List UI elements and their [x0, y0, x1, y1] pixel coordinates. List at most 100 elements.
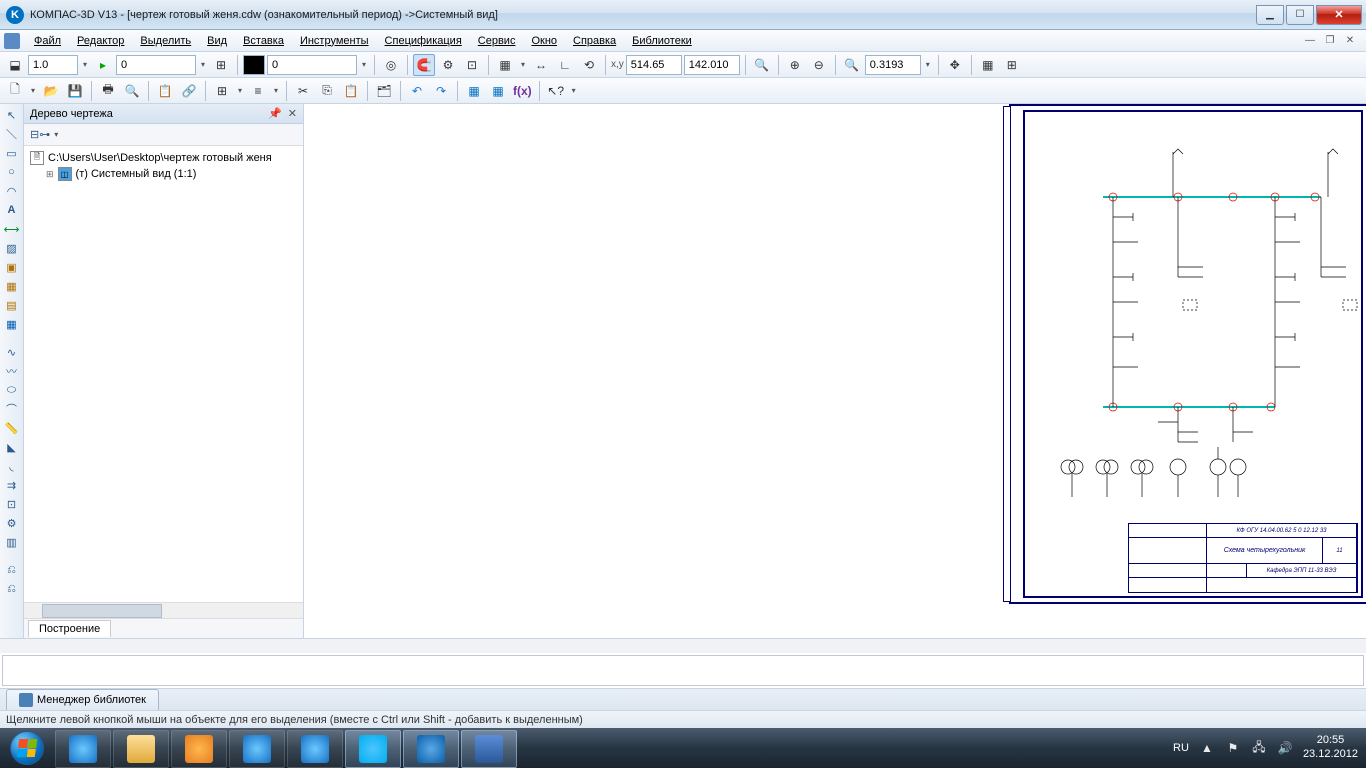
command-input[interactable] — [2, 655, 1364, 686]
zoom-fit-button[interactable]: 🔍 — [841, 54, 863, 76]
menu-service[interactable]: Сервис — [470, 33, 524, 49]
refresh-button-a[interactable]: ▦ — [977, 54, 999, 76]
color-swatch[interactable] — [243, 55, 265, 75]
layer-input[interactable] — [116, 55, 196, 75]
tool-symbol[interactable]: ▣ — [2, 258, 22, 276]
tree-close-button[interactable]: ✕ — [288, 107, 297, 120]
tool-spline[interactable]: 〰 — [2, 362, 22, 380]
scale-dropdown[interactable]: ▾ — [80, 60, 90, 69]
close-button[interactable] — [1316, 5, 1362, 25]
tool-curve[interactable]: ∿ — [2, 343, 22, 361]
redo-button[interactable]: ↷ — [430, 80, 452, 102]
task-kompas[interactable] — [403, 730, 459, 768]
menu-file[interactable]: Файл — [26, 33, 69, 49]
drawing-canvas[interactable]: КФ ОГУ 14.04.00.62 5 0 12.12 33 Схема че… — [304, 104, 1366, 638]
doc-restore-button[interactable]: ❐ — [1322, 34, 1338, 48]
link-button[interactable]: 🔗 — [178, 80, 200, 102]
menu-window[interactable]: Окно — [523, 33, 565, 49]
task-skype[interactable] — [345, 730, 401, 768]
tray-clock[interactable]: 20:55 23.12.2012 — [1303, 734, 1358, 762]
tool-fill[interactable]: ▤ — [2, 296, 22, 314]
grid-dropdown[interactable]: ▾ — [518, 60, 528, 69]
task-wmp[interactable] — [171, 730, 227, 768]
doc-props-button[interactable]: 📋 — [154, 80, 176, 102]
zoom-input[interactable] — [865, 55, 921, 75]
style-input[interactable] — [267, 55, 357, 75]
undo-button[interactable]: ↶ — [406, 80, 428, 102]
menu-libraries[interactable]: Библиотеки — [624, 33, 700, 49]
tool-circle[interactable]: ○ — [2, 163, 22, 181]
tool-params[interactable]: ⚙ — [2, 514, 22, 532]
state-button[interactable]: ⬓ — [4, 54, 26, 76]
cut-button[interactable]: ✂ — [292, 80, 314, 102]
task-word[interactable] — [461, 730, 517, 768]
help-cursor-button[interactable]: ↖? — [545, 80, 567, 102]
tool-spec[interactable]: ▥ — [2, 533, 22, 551]
tool-measure[interactable]: 📏 — [2, 419, 22, 437]
help-dd[interactable]: ▾ — [569, 86, 579, 95]
menu-tools[interactable]: Инструменты — [292, 33, 377, 49]
task-ie2[interactable] — [229, 730, 285, 768]
minimize-button[interactable] — [1256, 5, 1284, 25]
tree-view-node[interactable]: ⊞ ◫ (т) Системный вид (1:1) — [46, 166, 297, 182]
scale-input[interactable] — [28, 55, 78, 75]
btn-vars[interactable]: ▦ — [487, 80, 509, 102]
btn-page[interactable]: ▦ — [463, 80, 485, 102]
tool-lib1[interactable]: ⎌ — [2, 561, 22, 579]
tool-chamfer[interactable]: ◣ — [2, 438, 22, 456]
layer-dropdown[interactable]: ▾ — [198, 60, 208, 69]
snap-end-button[interactable]: ⊡ — [461, 54, 483, 76]
tool-hatch[interactable]: ▨ — [2, 239, 22, 257]
tree-root[interactable]: 🗎 C:\Users\User\Desktop\чертеж готовый ж… — [30, 150, 297, 166]
tool-select[interactable]: ↖ — [2, 106, 22, 124]
preview-button[interactable]: 🔍 — [121, 80, 143, 102]
ortho-button[interactable]: ∟ — [554, 54, 576, 76]
copy-button[interactable]: ⎘ — [316, 80, 338, 102]
app-menu-icon[interactable] — [4, 33, 20, 49]
start-button[interactable] — [0, 728, 54, 768]
menu-view[interactable]: Вид — [199, 33, 235, 49]
tree-h-scrollbar[interactable] — [24, 602, 303, 618]
tray-flag-icon[interactable]: ⚑ — [1225, 740, 1241, 756]
tree-tab-build[interactable]: Построение — [28, 620, 111, 637]
save-button[interactable]: 💾 — [64, 80, 86, 102]
new-button[interactable]: 🗋 — [4, 80, 26, 102]
views-dd[interactable]: ▾ — [235, 86, 245, 95]
tree-body[interactable]: 🗎 C:\Users\User\Desktop\чертеж готовый ж… — [24, 146, 303, 602]
pan-button[interactable]: ✥ — [944, 54, 966, 76]
menu-insert[interactable]: Вставка — [235, 33, 292, 49]
scale-apply-button[interactable]: ▸ — [92, 54, 114, 76]
views-button[interactable]: ⊞ — [211, 80, 233, 102]
menu-select[interactable]: Выделить — [132, 33, 199, 49]
tool-offset[interactable]: ⇉ — [2, 476, 22, 494]
tray-volume-icon[interactable]: 🔊 — [1277, 740, 1293, 756]
tool-fillet[interactable]: ◟ — [2, 457, 22, 475]
tool-rect[interactable]: ▭ — [2, 144, 22, 162]
layers-dd[interactable]: ▾ — [271, 86, 281, 95]
coord-x-input[interactable] — [626, 55, 682, 75]
task-ie[interactable] — [55, 730, 111, 768]
tray-up-icon[interactable]: ▲ — [1199, 740, 1215, 756]
paste-button[interactable]: 📋 — [340, 80, 362, 102]
snap-settings-button[interactable]: ⚙ — [437, 54, 459, 76]
tool-ellipse[interactable]: ⬭ — [2, 381, 22, 399]
grid-button[interactable]: ▦ — [494, 54, 516, 76]
tool-line[interactable]: ＼ — [2, 125, 22, 143]
tool-cont-arc[interactable]: ⌒ — [2, 400, 22, 418]
tree-toolbar-dd[interactable]: ▾ — [54, 130, 58, 139]
print-button[interactable]: 🖶 — [97, 80, 119, 102]
tool-dim[interactable]: ⟷ — [2, 220, 22, 238]
menu-editor[interactable]: Редактор — [69, 33, 132, 49]
layers-button[interactable]: ≡ — [247, 80, 269, 102]
props-button[interactable]: 🗂 — [373, 80, 395, 102]
tool-views[interactable]: ▦ — [2, 315, 22, 333]
new-dropdown[interactable]: ▾ — [28, 86, 38, 95]
tab-library-manager[interactable]: Менеджер библиотек — [6, 689, 159, 710]
zoom-window-button[interactable]: 🔍 — [751, 54, 773, 76]
tool-edits[interactable]: ⊡ — [2, 495, 22, 513]
doc-close-button[interactable]: ✕ — [1342, 34, 1358, 48]
zoom-dropdown[interactable]: ▾ — [923, 60, 933, 69]
doc-minimize-button[interactable]: ― — [1302, 34, 1318, 48]
tree-collapse-button[interactable]: ⊟⊶ — [30, 128, 50, 141]
tree-pin-button[interactable]: 📌 — [268, 107, 282, 120]
